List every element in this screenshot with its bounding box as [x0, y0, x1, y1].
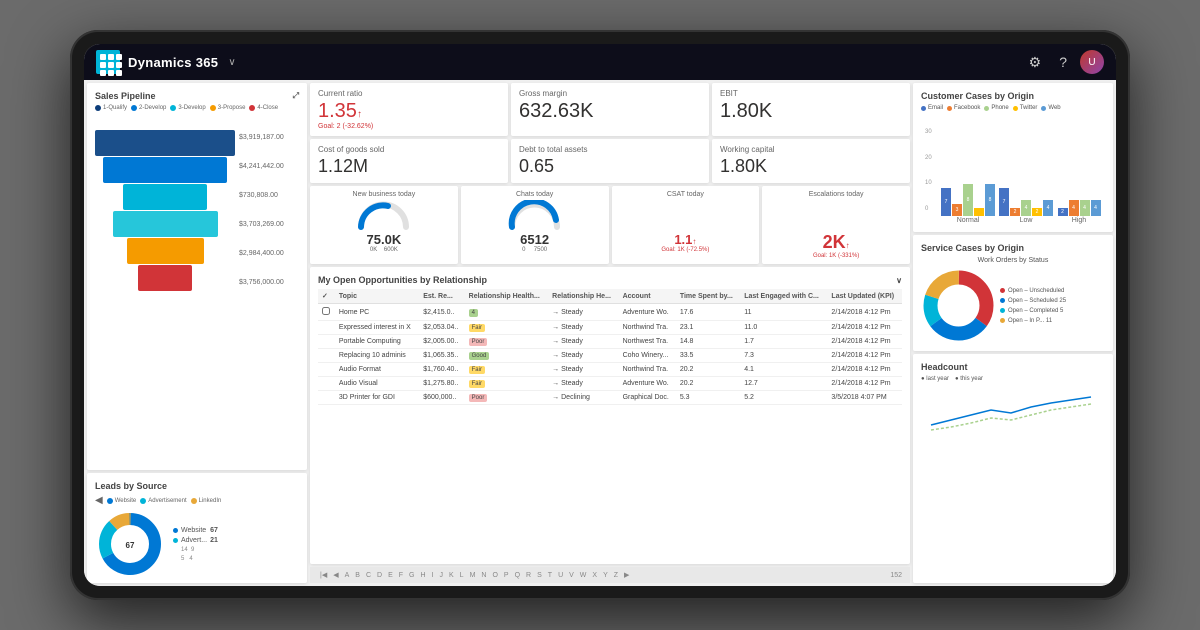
legend-close: 4-Close — [249, 105, 278, 111]
opportunities-card: My Open Opportunities by Relationship ∨ … — [310, 267, 910, 564]
opportunities-title: My Open Opportunities by Relationship ∨ — [318, 275, 902, 285]
svg-text:67: 67 — [126, 541, 135, 550]
leads-by-source-card: Leads by Source ◀ Website Advertisement — [87, 473, 307, 583]
kpi-ebit: EBIT 1.80K — [712, 83, 910, 136]
leads-legend: ◀ Website Advertisement LinkedIn — [95, 495, 299, 506]
device-wrapper: Dynamics 365 ∨ ⚙ ? U Sales Pipeline ⤢ — [70, 30, 1130, 600]
legend-qualify: 1-Qualify — [95, 105, 127, 111]
customer-cases-title: Customer Cases by Origin — [921, 91, 1105, 101]
bar-group-high: 2 4 4 4 High — [1057, 133, 1101, 224]
nav-prev[interactable]: ◀ — [331, 571, 340, 579]
customer-cases-legend: Email Facebook Phone Twitter — [921, 105, 1105, 111]
table-row: Expressed interest in X $2,053.04.. Fair… — [318, 321, 902, 335]
sales-pipeline-card: Sales Pipeline ⤢ 1-Qualify 2-Develop — [87, 83, 307, 470]
gauge-new-business: New business today 75.0K 0K 600K — [310, 186, 458, 264]
service-donut: Open – Unscheduled Open – Scheduled 25 O… — [921, 268, 1105, 343]
legend-develop2: 3-Develop — [170, 105, 205, 111]
bar-group-low: 7 2 4 2 4 Low — [999, 133, 1053, 224]
table-row: Replacing 10 adminis $1,065.35.. Good → … — [318, 349, 902, 363]
top-nav: Dynamics 365 ∨ ⚙ ? U — [84, 44, 1116, 80]
headcount-title: Headcount — [921, 362, 1105, 372]
opp-chevron[interactable]: ∨ — [896, 276, 902, 285]
col-health[interactable]: Relationship Health... — [465, 289, 549, 304]
service-cases-card: Service Cases by Origin Work Orders by S… — [913, 235, 1113, 351]
col-check: ✓ — [318, 289, 335, 304]
funnel-bars — [95, 130, 235, 291]
left-column: Sales Pipeline ⤢ 1-Qualify 2-Develop — [87, 83, 307, 583]
service-donut-chart — [921, 268, 996, 343]
opportunities-table: ✓ Topic Est. Re... Relationship Health..… — [318, 289, 902, 405]
page-number: 152 — [890, 572, 902, 579]
col-health2[interactable]: Relationship He... — [548, 289, 618, 304]
opportunities-rows: Home PC $2,415.0.. 4 → Steady Adventure … — [318, 304, 902, 405]
legend-propose: 3-Propose — [210, 105, 246, 111]
main-content: Sales Pipeline ⤢ 1-Qualify 2-Develop — [84, 80, 1116, 586]
y-axis: 30 20 10 0 — [925, 129, 937, 224]
bar-group-normal: 7 3 8 8 Normal — [941, 133, 995, 224]
gauges-row: New business today 75.0K 0K 600K Chats t… — [310, 186, 910, 264]
col-account[interactable]: Account — [619, 289, 676, 304]
work-orders-subtitle: Work Orders by Status — [921, 257, 1105, 264]
table-row: Portable Computing $2,005.00.. Poor → St… — [318, 335, 902, 349]
gauge-escalations: Escalations today 2K↑ Goal: 1K (-331%) — [762, 186, 910, 264]
col-estrev[interactable]: Est. Re... — [419, 289, 464, 304]
leads-donut: 67 Website 67 Advert... 21 — [95, 509, 299, 579]
table-row: Home PC $2,415.0.. 4 → Steady Adventure … — [318, 304, 902, 321]
col-engaged[interactable]: Last Engaged with C... — [740, 289, 827, 304]
kpi-cogs: Cost of goods sold 1.12M — [310, 139, 508, 183]
nav-left[interactable]: ◀ — [95, 495, 103, 506]
kpi-working-capital: Working capital 1.80K — [712, 139, 910, 183]
col-timespent[interactable]: Time Spent by... — [676, 289, 740, 304]
col-updated[interactable]: Last Updated (KPI) — [827, 289, 902, 304]
headcount-chart — [921, 385, 1101, 435]
headcount-legend: ● last year ● this year — [921, 376, 1105, 382]
gauge-chats: Chats today 6512 0 7500 — [461, 186, 609, 264]
kpi-current-ratio: Current ratio 1.35↑ Goal: 2 (-32.62%) — [310, 83, 508, 136]
funnel-labels: $3,919,187.00 $4,241,442.00 $730,808.00 … — [239, 124, 299, 297]
help-icon[interactable]: ? — [1054, 52, 1072, 72]
leads-legend-detail: Website 67 Advert... 21 14 9 5 4 — [173, 527, 218, 562]
gauge-semicircle-new-business — [356, 200, 411, 232]
service-cases-legend: Open – Unscheduled Open – Scheduled 25 O… — [1000, 288, 1066, 324]
waffle-icon[interactable] — [96, 50, 120, 74]
customer-cases-chart: 30 20 10 0 7 3 8 8 — [921, 114, 1105, 224]
legend-develop1: 2-Develop — [131, 105, 166, 111]
nav-next[interactable]: ▶ — [622, 571, 631, 579]
headcount-card: Headcount ● last year ● this year — [913, 354, 1113, 583]
app-title: Dynamics 365 — [128, 55, 218, 70]
middle-column: Current ratio 1.35↑ Goal: 2 (-32.62%) Gr… — [310, 83, 910, 583]
funnel-chart: $3,919,187.00 $4,241,442.00 $730,808.00 … — [95, 115, 299, 305]
user-avatar[interactable]: U — [1080, 50, 1104, 74]
kpi-gross-margin: Gross margin 632.63K — [511, 83, 709, 136]
service-cases-title: Service Cases by Origin — [921, 243, 1105, 253]
leads-donut-chart: 67 — [95, 509, 165, 579]
nav-first[interactable]: |◀ — [318, 571, 329, 579]
table-row: Audio Format $1,760.40.. Fair → Steady N… — [318, 363, 902, 377]
kpi-row-2: Cost of goods sold 1.12M Debt to total a… — [310, 139, 910, 183]
table-header-row: ✓ Topic Est. Re... Relationship Health..… — [318, 289, 902, 304]
customer-cases-card: Customer Cases by Origin Email Facebook — [913, 83, 1113, 232]
sales-pipeline-title: Sales Pipeline ⤢ — [95, 91, 299, 101]
gauge-csat: CSAT today 1.1↑ Goal: 1K (-72.5%) — [612, 186, 760, 264]
expand-icon[interactable]: ⤢ — [293, 91, 299, 101]
kpi-debt-ratio: Debt to total assets 0.65 — [511, 139, 709, 183]
pipeline-legend: 1-Qualify 2-Develop 3-Develop 3-Pro — [95, 105, 299, 111]
kpi-row-1: Current ratio 1.35↑ Goal: 2 (-32.62%) Gr… — [310, 83, 910, 136]
right-column: Customer Cases by Origin Email Facebook — [913, 83, 1113, 583]
device-screen: Dynamics 365 ∨ ⚙ ? U Sales Pipeline ⤢ — [84, 44, 1116, 586]
title-chevron[interactable]: ∨ — [228, 57, 235, 68]
leads-title: Leads by Source — [95, 481, 299, 491]
col-topic[interactable]: Topic — [335, 289, 419, 304]
bottom-alphabet-bar: |◀ ◀ A B C D E F G H I J K L M N O — [310, 567, 910, 583]
settings-icon[interactable]: ⚙ — [1024, 52, 1047, 73]
gauge-semicircle-chats — [507, 200, 562, 232]
table-row: Audio Visual $1,275.80.. Fair → Steady A… — [318, 377, 902, 391]
table-row: 3D Printer for GDI $600,000.. Poor → Dec… — [318, 391, 902, 405]
